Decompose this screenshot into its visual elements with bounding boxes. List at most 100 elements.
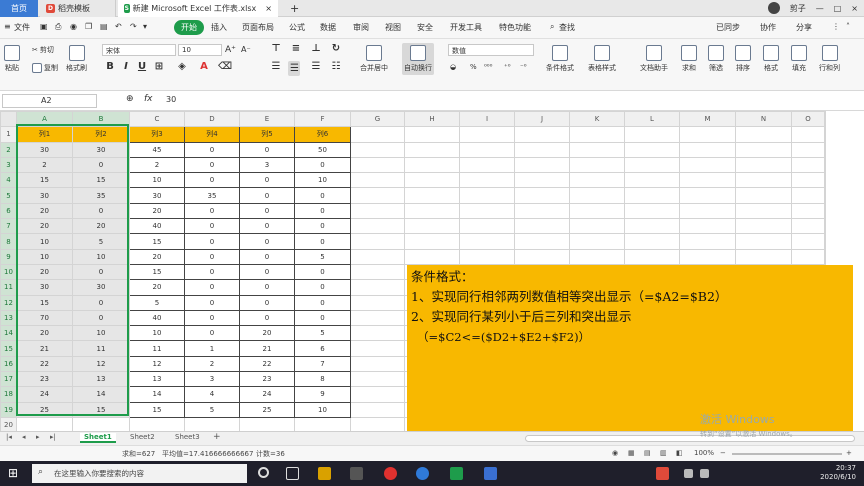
print-icon[interactable]: ⎙ <box>55 22 61 32</box>
add-sheet-button[interactable]: + <box>213 432 221 442</box>
column-header[interactable]: F <box>294 111 351 128</box>
column-header[interactable] <box>824 111 826 128</box>
currency-icon[interactable]: ◒ <box>450 63 456 71</box>
cell[interactable]: 23 <box>16 371 73 388</box>
window-close-icon[interactable]: × <box>851 4 858 13</box>
cell[interactable]: 23 <box>239 371 295 388</box>
name-box[interactable]: A2 <box>2 94 97 108</box>
cell[interactable]: 0 <box>72 202 130 220</box>
cell[interactable] <box>735 248 792 265</box>
cell[interactable]: 0 <box>239 218 295 235</box>
preview-icon[interactable]: ◉ <box>70 22 77 31</box>
column-header[interactable]: E <box>239 111 295 128</box>
row-header[interactable]: 8 <box>0 233 17 250</box>
cell[interactable]: 0 <box>72 309 130 327</box>
cell[interactable] <box>404 248 460 265</box>
cell[interactable]: 25 <box>239 401 295 418</box>
row-header[interactable]: 3 <box>0 156 17 174</box>
cell[interactable]: 0 <box>184 233 240 250</box>
cell[interactable]: 30 <box>16 279 73 296</box>
decrease-decimal-icon[interactable]: ⁻⁰ <box>520 63 527 71</box>
cell[interactable] <box>824 172 826 189</box>
tab-workbook[interactable]: S 新建 Microsoft Excel 工作表.xlsx × <box>118 0 278 17</box>
more-icon[interactable]: ▾ <box>143 22 147 31</box>
row-header[interactable]: 10 <box>0 263 17 281</box>
cell[interactable] <box>679 172 736 189</box>
cell[interactable]: 20 <box>72 218 130 235</box>
cell[interactable] <box>350 340 405 357</box>
cell[interactable]: 列1 <box>16 126 73 143</box>
cell[interactable]: 20 <box>16 263 73 281</box>
cell[interactable]: 0 <box>294 263 351 281</box>
menu-home[interactable]: 开始 <box>174 20 204 35</box>
cell[interactable]: 3 <box>239 156 295 174</box>
cell[interactable]: 2 <box>184 355 240 373</box>
align-bottom-icon[interactable]: ⊥ <box>310 43 322 54</box>
cell[interactable]: 45 <box>129 141 185 158</box>
cell[interactable]: 0 <box>184 294 240 311</box>
cell[interactable]: 0 <box>184 141 240 158</box>
cell[interactable] <box>791 187 825 204</box>
underline-icon[interactable]: U <box>136 61 148 72</box>
cell[interactable] <box>350 309 405 327</box>
cell[interactable] <box>404 218 460 235</box>
cell[interactable] <box>514 172 570 189</box>
cell[interactable] <box>350 233 405 250</box>
cell[interactable] <box>624 141 680 158</box>
cell[interactable]: 15 <box>72 401 130 418</box>
cell[interactable] <box>459 218 515 235</box>
cell[interactable]: 0 <box>239 187 295 204</box>
cell[interactable]: 24 <box>16 386 73 403</box>
filter-button[interactable]: 筛选 <box>708 45 724 73</box>
cell[interactable] <box>514 156 570 174</box>
fill-button[interactable]: 填充 <box>791 45 807 73</box>
column-header[interactable]: J <box>514 111 570 128</box>
cell[interactable] <box>679 156 736 174</box>
column-header[interactable]: C <box>129 111 185 128</box>
cell[interactable] <box>459 156 515 174</box>
tray-wps-icon[interactable] <box>656 467 669 480</box>
taskbar-excel-icon[interactable] <box>450 467 463 480</box>
cell[interactable] <box>459 172 515 189</box>
cell[interactable]: 20 <box>16 202 73 220</box>
row-col-button[interactable]: 行和列 <box>819 45 840 73</box>
cell[interactable]: 7 <box>294 355 351 373</box>
cell[interactable] <box>404 233 460 250</box>
row-header[interactable]: 12 <box>0 294 17 311</box>
cell[interactable] <box>624 156 680 174</box>
cell[interactable]: 0 <box>239 202 295 220</box>
bold-icon[interactable]: B <box>104 61 116 72</box>
cell[interactable] <box>569 187 625 204</box>
tab-docer-templates[interactable]: D 稻壳模板 <box>40 0 116 17</box>
column-header[interactable]: N <box>735 111 792 128</box>
zoom-level[interactable]: 100% <box>694 449 714 457</box>
increase-decimal-icon[interactable]: ⁺⁰ <box>504 63 511 71</box>
cell[interactable] <box>350 371 405 388</box>
collapse-ribbon-icon[interactable]: ˄ <box>846 22 850 31</box>
cell[interactable]: 0 <box>294 202 351 220</box>
cell[interactable] <box>350 187 405 204</box>
cell[interactable]: 20 <box>239 325 295 342</box>
cell[interactable] <box>679 218 736 235</box>
cell[interactable]: 5 <box>294 325 351 342</box>
cell[interactable] <box>129 416 185 431</box>
cell[interactable] <box>735 218 792 235</box>
cell[interactable]: 22 <box>16 355 73 373</box>
store-icon[interactable] <box>350 467 363 480</box>
cell[interactable] <box>791 233 825 250</box>
cell[interactable] <box>735 202 792 220</box>
row-header[interactable]: 18 <box>0 386 17 403</box>
cell[interactable] <box>294 416 351 431</box>
cell[interactable]: 0 <box>184 202 240 220</box>
menu-special[interactable]: 特色功能 <box>499 22 531 33</box>
cell[interactable] <box>569 218 625 235</box>
cell[interactable]: 1 <box>184 340 240 357</box>
cell[interactable]: 0 <box>184 279 240 296</box>
cell[interactable]: 20 <box>129 279 185 296</box>
table-style-button[interactable]: 表格样式 <box>588 45 616 73</box>
sheet-tab-2[interactable]: Sheet2 <box>130 433 155 441</box>
sync-status[interactable]: 已同步 <box>716 22 740 33</box>
undo-icon[interactable]: ↶ <box>115 22 122 31</box>
cell[interactable] <box>679 233 736 250</box>
wrap-text-button[interactable]: 自动换行 <box>402 43 434 75</box>
